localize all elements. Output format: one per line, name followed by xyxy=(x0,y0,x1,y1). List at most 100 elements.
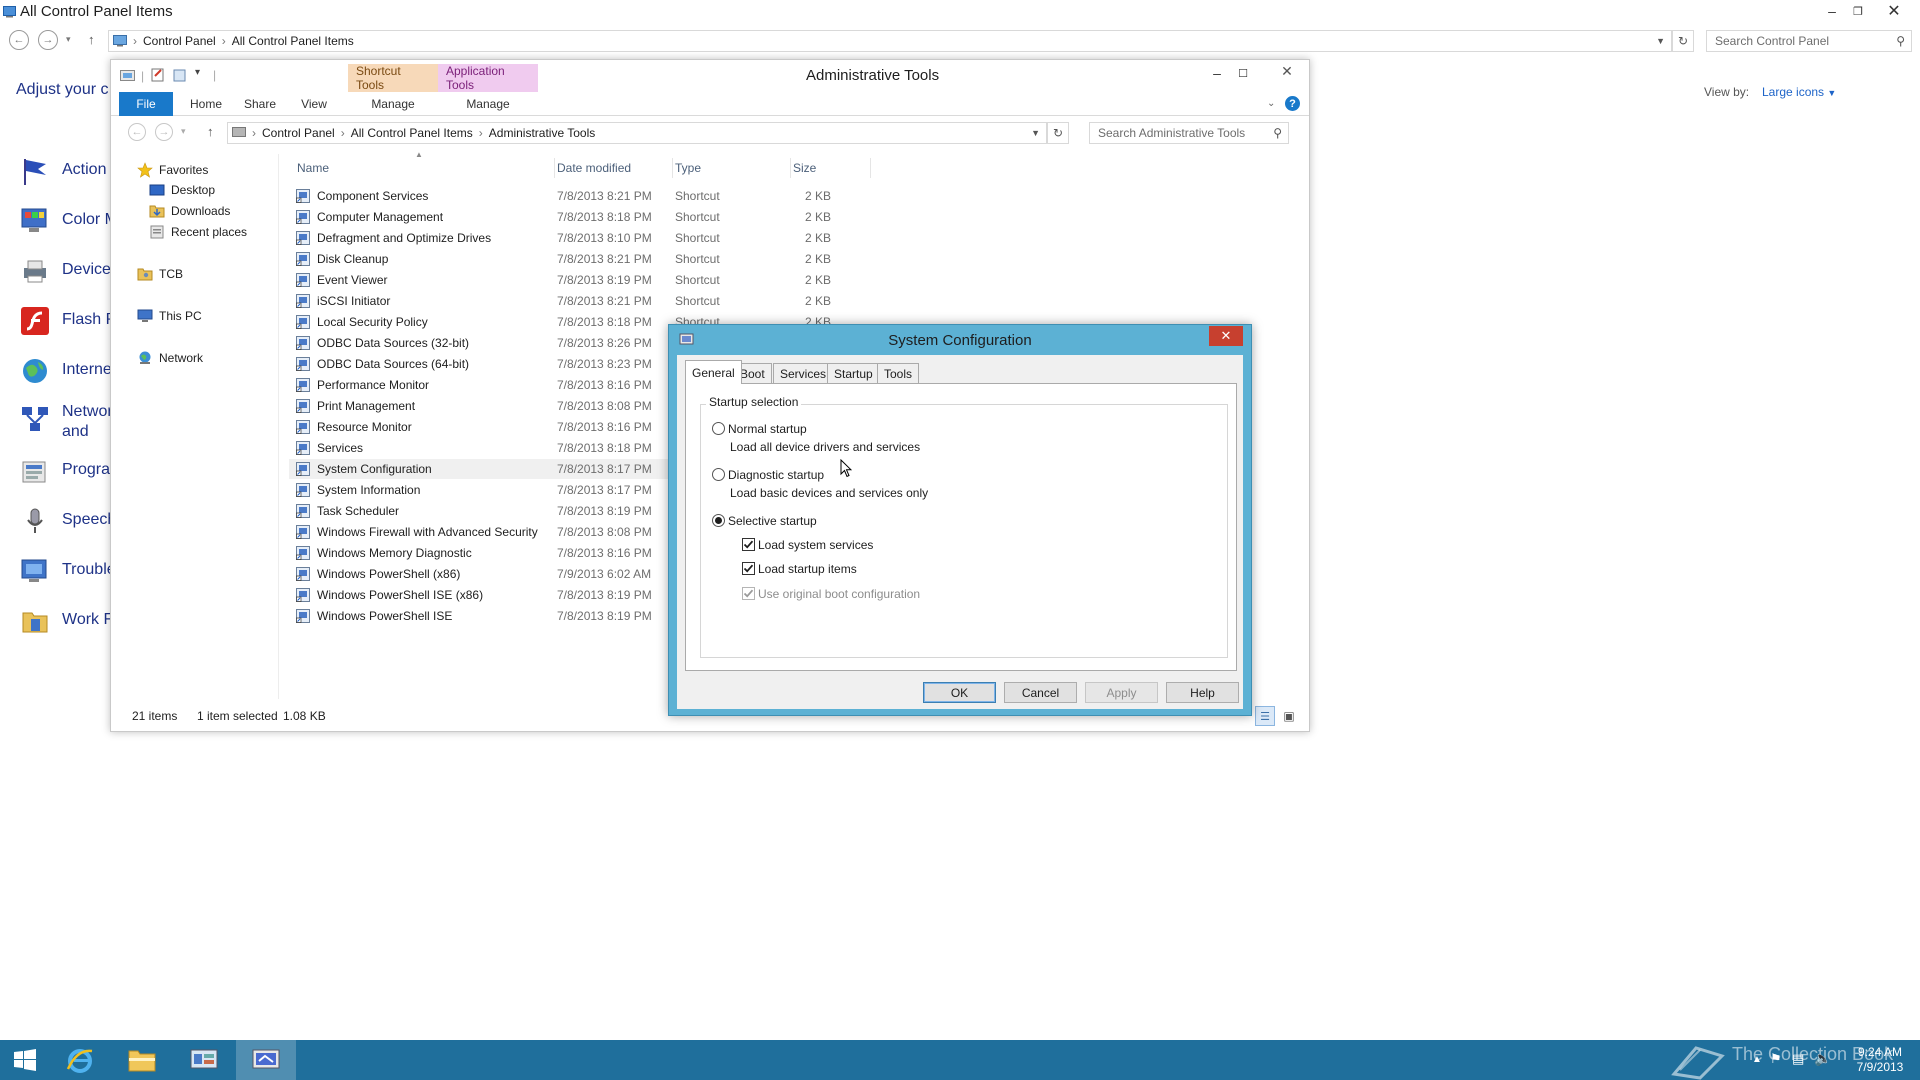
breadcrumb-administrative-tools[interactable]: Administrative Tools xyxy=(489,126,596,140)
application-manage-tab[interactable]: Manage xyxy=(438,92,538,116)
cp-item-speech-recognition[interactable]: Speech Recognition xyxy=(18,502,113,542)
large-icons-view-button[interactable]: ▣ xyxy=(1279,706,1299,726)
customize-qat-icon[interactable]: ▾ xyxy=(195,67,200,78)
forward-button[interactable]: → xyxy=(38,30,58,50)
column-header-date-modified[interactable]: Date modified xyxy=(555,158,673,178)
file-tab[interactable]: File xyxy=(119,92,173,116)
user-folder-icon xyxy=(137,266,153,282)
cp-item-troubleshooting[interactable]: Troubleshooting xyxy=(18,552,113,592)
tab-general[interactable]: General xyxy=(685,360,742,384)
shortcut-manage-tab[interactable]: Manage xyxy=(348,92,438,116)
column-header-size[interactable]: Size xyxy=(791,158,871,178)
close-button[interactable]: ✕ xyxy=(1876,0,1912,22)
show-hidden-icons-icon[interactable]: ▲ xyxy=(1752,1054,1762,1065)
view-tab[interactable]: View xyxy=(289,92,339,116)
file-row[interactable]: Component Services 7/8/2013 8:21 PM Shortc… xyxy=(289,186,899,206)
cp-item-work-folders[interactable]: Work Folders xyxy=(18,602,113,642)
breadcrumb-all-items[interactable]: All Control Panel Items xyxy=(351,126,473,140)
address-dropdown-icon[interactable]: ▼ xyxy=(1031,128,1040,138)
network-tray-icon[interactable]: ▤ xyxy=(1792,1051,1804,1067)
file-row[interactable]: Event Viewer 7/8/2013 8:19 PM Shortcut 2 KB xyxy=(289,270,899,290)
taskbar-clock[interactable]: 9:24 AM 7/9/2013 xyxy=(1850,1045,1910,1075)
nav-network[interactable]: Network xyxy=(137,349,203,367)
new-folder-qat-icon[interactable] xyxy=(173,68,187,82)
properties-qat-icon[interactable] xyxy=(151,68,165,82)
taskbar-system-configuration[interactable] xyxy=(236,1040,296,1080)
volume-icon[interactable]: 🔈 xyxy=(1814,1050,1831,1067)
details-view-button[interactable]: ☰ xyxy=(1255,706,1275,726)
nav-this-pc[interactable]: This PC xyxy=(137,307,202,325)
explorer-refresh-button[interactable]: ↻ xyxy=(1047,122,1069,144)
back-button[interactable]: ← xyxy=(9,30,29,50)
column-header-name[interactable]: Name xyxy=(295,158,555,178)
breadcrumb-all-items[interactable]: All Control Panel Items xyxy=(232,34,354,48)
diagnostic-startup-label[interactable]: Diagnostic startup xyxy=(728,468,824,482)
refresh-button[interactable]: ↻ xyxy=(1672,30,1694,52)
ok-button[interactable]: OK xyxy=(923,682,996,703)
microphone-icon xyxy=(20,506,50,536)
nav-downloads[interactable]: Downloads xyxy=(149,202,230,220)
recent-locations-chevron-icon[interactable]: ▾ xyxy=(181,126,186,137)
cancel-button[interactable]: Cancel xyxy=(1004,682,1077,703)
explorer-search-input[interactable]: Search Administrative Tools ⚲ xyxy=(1089,122,1289,144)
address-dropdown-icon[interactable]: ▼ xyxy=(1656,36,1665,46)
column-label: Size xyxy=(793,161,817,175)
selective-startup-radio[interactable] xyxy=(712,514,725,527)
explorer-address-field[interactable]: › Control Panel › All Control Panel Item… xyxy=(227,122,1047,144)
file-row[interactable]: Defragment and Optimize Drives 7/8/2013 8… xyxy=(289,228,899,248)
diagnostic-startup-radio[interactable] xyxy=(712,468,725,481)
view-by-dropdown[interactable]: Large icons ▼ xyxy=(1762,85,1836,99)
load-startup-items-checkbox[interactable] xyxy=(742,562,755,575)
cp-item-action-center[interactable]: Action Center xyxy=(18,152,113,192)
nav-favorites[interactable]: Favorites xyxy=(137,161,208,179)
cp-item-programs-features[interactable]: Programs and Features xyxy=(18,452,113,492)
cp-item-flash-player[interactable]: Flash Player xyxy=(18,302,113,342)
start-button[interactable] xyxy=(0,1040,50,1080)
normal-startup-radio[interactable] xyxy=(712,422,725,435)
control-panel-search-input[interactable]: Search Control Panel ⚲ xyxy=(1706,30,1912,52)
up-button[interactable]: ↑ xyxy=(88,32,95,47)
taskbar-file-explorer[interactable] xyxy=(112,1040,172,1080)
cp-item-color-management[interactable]: Color Management xyxy=(18,202,113,242)
nav-tcb[interactable]: TCB xyxy=(137,265,183,283)
dialog-close-button[interactable]: ✕ xyxy=(1209,326,1243,346)
tab-tools[interactable]: Tools xyxy=(877,363,920,383)
tab-services[interactable]: Services xyxy=(773,363,834,383)
taskbar-internet-explorer[interactable] xyxy=(50,1040,110,1080)
minimize-button[interactable]: – xyxy=(1818,0,1846,22)
restore-button[interactable]: ❐ xyxy=(1844,0,1872,22)
help-button[interactable]: Help xyxy=(1166,682,1239,703)
cp-item-devices-printers[interactable]: Devices and Printers xyxy=(18,252,113,292)
selective-startup-label[interactable]: Selective startup xyxy=(728,514,817,528)
file-row[interactable]: iSCSI Initiator 7/8/2013 8:21 PM Shortcut 2… xyxy=(289,291,899,311)
file-date-modified: 7/8/2013 8:18 PM xyxy=(557,441,652,455)
load-system-services-label[interactable]: Load system services xyxy=(758,538,873,552)
load-system-services-checkbox[interactable] xyxy=(742,538,755,551)
explorer-close-button[interactable]: ✕ xyxy=(1267,60,1307,82)
file-row[interactable]: Disk Cleanup 7/8/2013 8:21 PM Shortcut 2 KB xyxy=(289,249,899,269)
expand-ribbon-chevron-icon[interactable]: ⌄ xyxy=(1267,98,1275,109)
nav-recent-places[interactable]: Recent places xyxy=(149,223,247,241)
column-header-type[interactable]: Type xyxy=(673,158,791,178)
explorer-back-button[interactable]: ← xyxy=(128,123,146,141)
control-panel-address-field[interactable]: › Control Panel › All Control Panel Item… xyxy=(108,30,1672,52)
share-tab[interactable]: Share xyxy=(235,92,285,116)
load-startup-items-label[interactable]: Load startup items xyxy=(758,562,857,576)
breadcrumb-control-panel[interactable]: Control Panel xyxy=(143,34,216,48)
taskbar-control-panel[interactable] xyxy=(174,1040,234,1080)
file-row[interactable]: Computer Management 7/8/2013 8:18 PM Short… xyxy=(289,207,899,227)
tab-startup[interactable]: Startup xyxy=(827,363,880,383)
help-icon[interactable]: ? xyxy=(1285,96,1300,111)
recent-locations-chevron-icon[interactable]: ▾ xyxy=(66,34,71,45)
explorer-forward-button[interactable]: → xyxy=(155,123,173,141)
cp-item-network-sharing[interactable]: Network and Sharing Center xyxy=(18,400,113,444)
normal-startup-label[interactable]: Normal startup xyxy=(728,422,807,436)
home-tab[interactable]: Home xyxy=(181,92,231,116)
cp-item-internet-options[interactable]: Internet Options xyxy=(18,352,113,392)
explorer-minimize-button[interactable]: – xyxy=(1203,62,1231,84)
breadcrumb-control-panel[interactable]: Control Panel xyxy=(262,126,335,140)
explorer-maximize-button[interactable]: ☐ xyxy=(1229,62,1257,84)
action-center-flag-icon[interactable]: ⚑ xyxy=(1770,1051,1782,1067)
nav-desktop[interactable]: Desktop xyxy=(149,181,215,199)
explorer-up-button[interactable]: ↑ xyxy=(207,124,214,139)
